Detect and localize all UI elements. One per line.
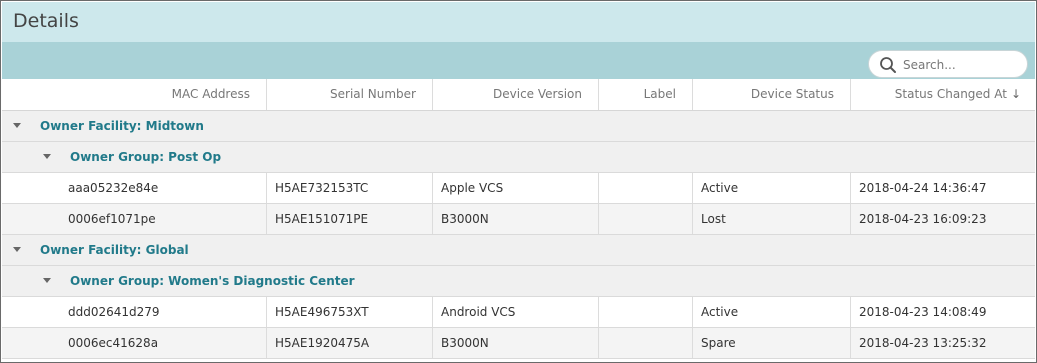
column-header-device-status[interactable]: Device Status bbox=[693, 79, 851, 110]
column-header-status-changed-at[interactable]: Status Changed At ↓ bbox=[851, 79, 1035, 110]
collapse-arrow-icon[interactable] bbox=[43, 154, 51, 159]
column-header-device-version[interactable]: Device Version bbox=[433, 79, 599, 110]
cell-device-version: Apple VCS bbox=[433, 173, 599, 203]
collapse-arrow-icon[interactable] bbox=[13, 247, 21, 252]
cell-label bbox=[599, 204, 693, 234]
column-header-mac-address[interactable]: MAC Address bbox=[2, 79, 267, 110]
cell-device-status: Spare bbox=[693, 328, 851, 358]
cell-device-status: Active bbox=[693, 297, 851, 327]
search-box[interactable] bbox=[868, 50, 1028, 78]
facility-group-row[interactable]: Owner Facility: Midtown bbox=[2, 111, 1035, 142]
table-row[interactable]: aaa05232e84e H5AE732153TC Apple VCS Acti… bbox=[2, 173, 1035, 204]
sort-descending-icon: ↓ bbox=[1010, 87, 1021, 101]
cell-mac-address: ddd02641d279 bbox=[2, 297, 267, 327]
cell-device-version: B3000N bbox=[433, 328, 599, 358]
table-row[interactable]: 0006ef1071pe H5AE151071PE B3000N Lost 20… bbox=[2, 204, 1035, 235]
collapse-arrow-icon[interactable] bbox=[43, 278, 51, 283]
facility-group-label: Owner Facility: Midtown bbox=[40, 119, 204, 133]
cell-serial-number: H5AE1920475A bbox=[267, 328, 433, 358]
cell-device-version: B3000N bbox=[433, 204, 599, 234]
panel-title: Details bbox=[13, 10, 79, 32]
cell-label bbox=[599, 173, 693, 203]
cell-mac-address: 0006ef1071pe bbox=[2, 204, 267, 234]
search-icon bbox=[880, 57, 896, 73]
cell-device-status: Lost bbox=[693, 204, 851, 234]
cell-status-changed-at: 2018-04-23 14:08:49 bbox=[859, 305, 987, 319]
column-header-label[interactable]: Label bbox=[599, 79, 693, 110]
table-row[interactable]: 0006ec41628a H5AE1920475A B3000N Spare 2… bbox=[2, 328, 1035, 359]
panel-header: Details bbox=[2, 2, 1035, 42]
cell-mac-address: 0006ec41628a bbox=[2, 328, 267, 358]
owner-group-row[interactable]: Owner Group: Women's Diagnostic Center bbox=[2, 266, 1035, 297]
cell-label bbox=[599, 297, 693, 327]
owner-group-label: Owner Group: Women's Diagnostic Center bbox=[70, 274, 355, 288]
search-input[interactable] bbox=[903, 55, 1021, 75]
owner-group-label: Owner Group: Post Op bbox=[70, 150, 222, 164]
cell-mac-address: aaa05232e84e bbox=[2, 173, 267, 203]
cell-status-changed-at: 2018-04-23 13:25:32 bbox=[859, 336, 987, 350]
column-header-row: MAC Address Serial Number Device Version… bbox=[2, 79, 1035, 111]
cell-serial-number: H5AE151071PE bbox=[267, 204, 433, 234]
cell-device-status: Active bbox=[693, 173, 851, 203]
table-row[interactable]: ddd02641d279 H5AE496753XT Android VCS Ac… bbox=[2, 297, 1035, 328]
column-header-serial-number[interactable]: Serial Number bbox=[267, 79, 433, 110]
cell-status-changed-at: 2018-04-23 16:09:23 bbox=[859, 212, 987, 226]
cell-label bbox=[599, 328, 693, 358]
cell-status-changed-at: 2018-04-24 14:36:47 bbox=[859, 181, 987, 195]
collapse-arrow-icon[interactable] bbox=[13, 123, 21, 128]
facility-group-row[interactable]: Owner Facility: Global bbox=[2, 235, 1035, 266]
toolbar bbox=[2, 42, 1035, 79]
cell-serial-number: H5AE496753XT bbox=[267, 297, 433, 327]
devices-grid: MAC Address Serial Number Device Version… bbox=[2, 79, 1035, 359]
cell-serial-number: H5AE732153TC bbox=[267, 173, 433, 203]
owner-group-row[interactable]: Owner Group: Post Op bbox=[2, 142, 1035, 173]
details-panel: Details MAC Address Serial Number Device… bbox=[0, 0, 1037, 363]
cell-device-version: Android VCS bbox=[433, 297, 599, 327]
facility-group-label: Owner Facility: Global bbox=[40, 243, 189, 257]
